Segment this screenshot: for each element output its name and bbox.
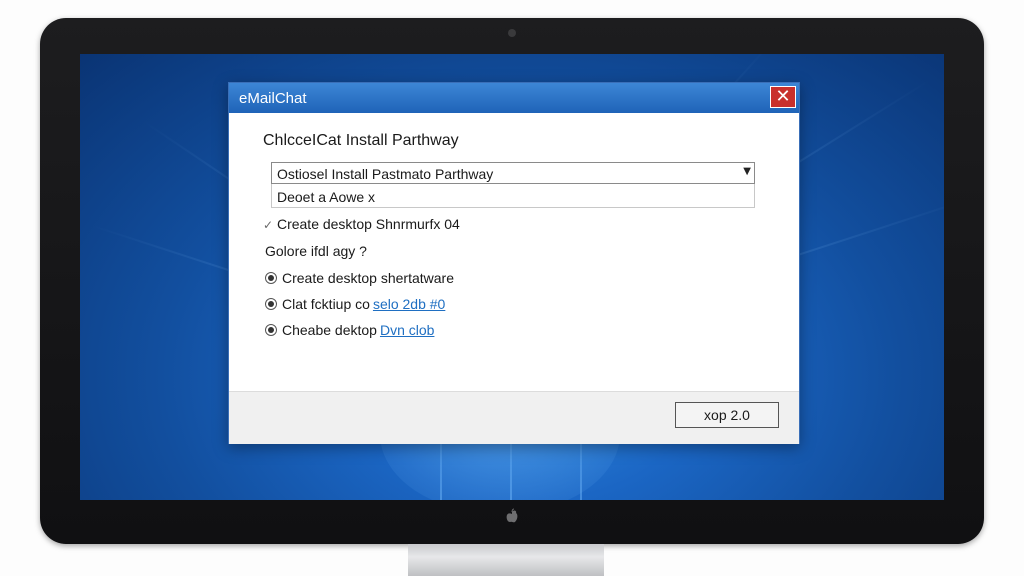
radio-selected-icon[interactable] bbox=[265, 272, 277, 284]
select-value: Ostiosel Install Pastmato Parthway bbox=[277, 166, 494, 182]
radio-selected-icon[interactable] bbox=[265, 298, 277, 310]
ok-button[interactable]: xop 2.0 bbox=[675, 402, 779, 428]
apple-logo-icon bbox=[506, 508, 518, 523]
radio-option[interactable]: Cheabe dektop Dvn clob bbox=[265, 322, 434, 338]
radio-label: Create desktop shertatware bbox=[282, 270, 454, 286]
webcam bbox=[508, 29, 516, 37]
dialog-heading: ChlcceICat Install Parthway bbox=[263, 132, 459, 149]
scene: eMailChat ✕ ChlcceICat Install Parthway … bbox=[0, 0, 1024, 576]
close-button[interactable]: ✕ bbox=[770, 86, 796, 108]
install-path-select[interactable]: Ostiosel Install Pastmato Parthway ▼ bbox=[271, 162, 755, 184]
options-question: Golore ifdl agy ? bbox=[265, 243, 367, 259]
radio-option[interactable]: Clat fcktiup co selo 2db #0 bbox=[265, 296, 445, 312]
radio-link[interactable]: Dvn clob bbox=[380, 322, 434, 338]
radio-selected-icon[interactable] bbox=[265, 324, 277, 336]
radio-link[interactable]: selo 2db #0 bbox=[373, 296, 445, 312]
dialog-titlebar[interactable]: eMailChat ✕ bbox=[229, 83, 799, 113]
dialog-title: eMailChat bbox=[239, 90, 307, 107]
chevron-down-icon[interactable]: ▼ bbox=[743, 166, 751, 177]
monitor-stand bbox=[408, 544, 604, 576]
close-icon: ✕ bbox=[775, 86, 791, 107]
dropdown-option-label: Deoet a Aowe x bbox=[277, 189, 376, 205]
radio-label: Clat fcktiup co bbox=[282, 296, 370, 312]
desktop-shortcut-checkbox[interactable]: ✓ Create desktop Shnrmurfx 04 bbox=[263, 216, 460, 232]
dropdown-option[interactable]: Deoet a Aowe x bbox=[271, 184, 755, 208]
radio-label: Cheabe dektop bbox=[282, 322, 377, 338]
radio-option[interactable]: Create desktop shertatware bbox=[265, 270, 454, 286]
installer-dialog: eMailChat ✕ ChlcceICat Install Parthway … bbox=[228, 82, 800, 444]
checkmark-icon: ✓ bbox=[263, 218, 274, 232]
checkbox-label: Create desktop Shnrmurfx 04 bbox=[276, 216, 460, 232]
